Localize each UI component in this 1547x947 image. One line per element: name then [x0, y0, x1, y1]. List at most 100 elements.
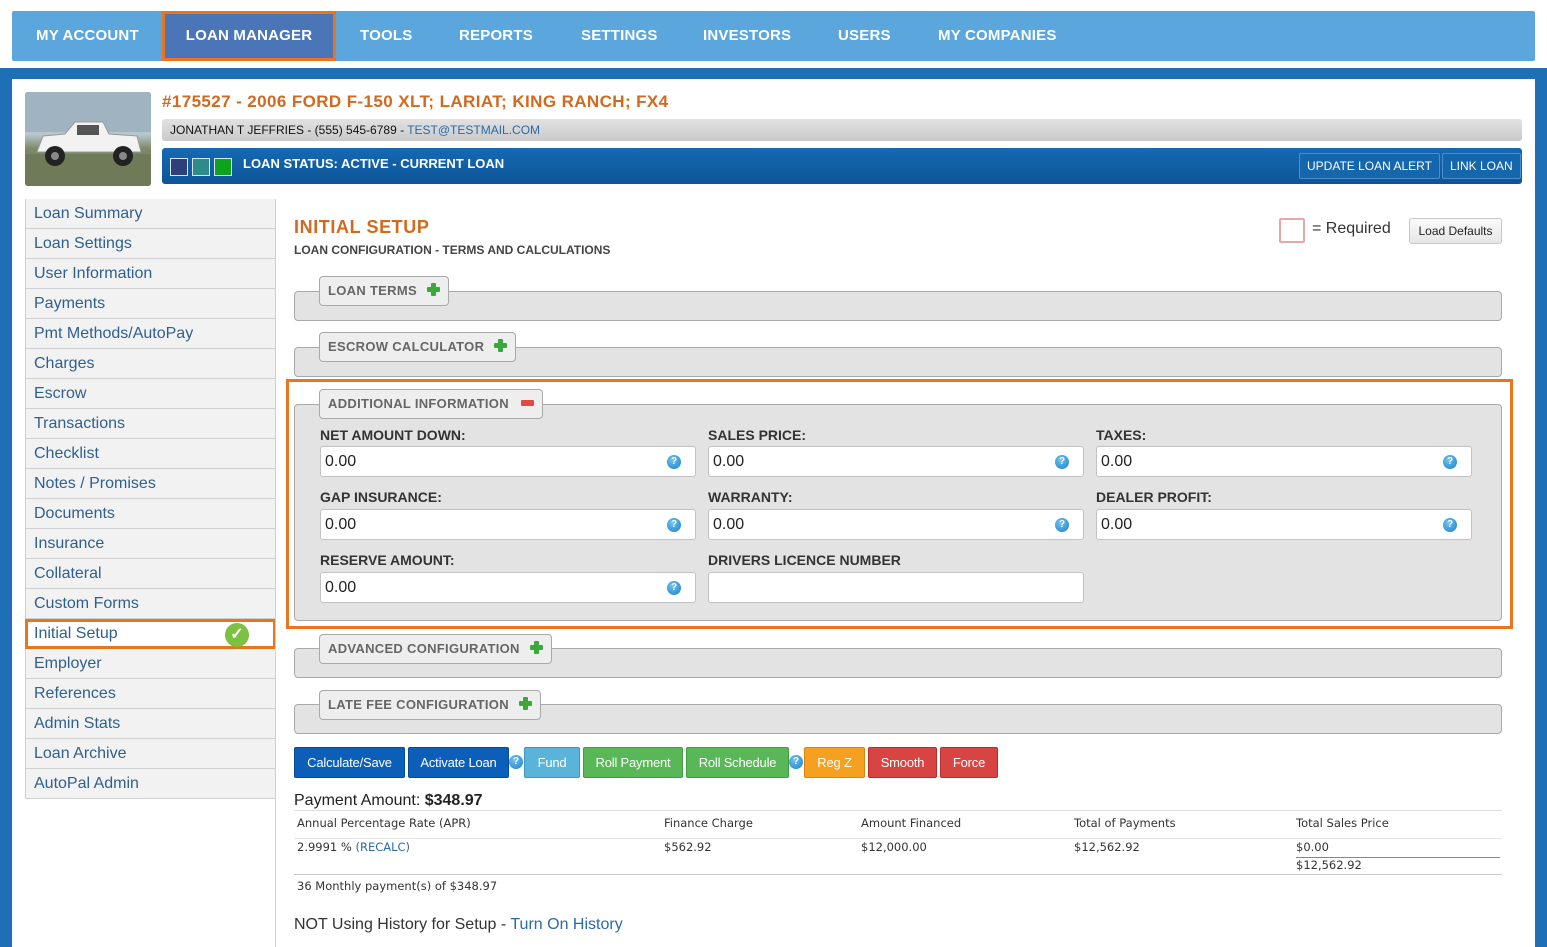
net-amount-down-input[interactable]: 0.00 ? — [320, 446, 696, 477]
help-icon[interactable]: ? — [667, 581, 681, 595]
page-title: INITIAL SETUP — [294, 217, 430, 237]
field-value: 0.00 — [1101, 516, 1133, 533]
dealer-profit-label: DEALER PROFIT: — [1096, 489, 1212, 505]
check-circle-icon: ✓ — [225, 623, 249, 647]
help-icon[interactable]: ? — [1055, 518, 1069, 532]
reserve-amount-label: RESERVE AMOUNT: — [320, 552, 455, 568]
dealer-profit-input[interactable]: 0.00 ? — [1096, 509, 1472, 540]
smooth-button[interactable]: Smooth — [868, 747, 937, 778]
tila-sales-price-value-2: $12,562.92 — [1296, 857, 1500, 872]
nav-my-account[interactable]: MY ACCOUNT — [36, 11, 139, 61]
sidebar-item-loan-archive[interactable]: Loan Archive — [25, 739, 276, 769]
tila-header-row: Annual Percentage Rate (APR) Finance Cha… — [294, 810, 1502, 832]
sidebar-item-notes-promises[interactable]: Notes / Promises — [25, 469, 276, 499]
reg-z-button[interactable]: Reg Z — [804, 747, 865, 778]
status-swatch-teal[interactable] — [192, 158, 210, 176]
help-icon[interactable]: ? — [667, 518, 681, 532]
recalc-link[interactable]: (RECALC) — [355, 840, 410, 854]
tila-values-row: 2.9991 % (RECALC) $562.92 $12,000.00 $12… — [294, 838, 1502, 874]
top-nav: MY ACCOUNT LOAN MANAGER TOOLS REPORTS SE… — [12, 11, 1535, 61]
drivers-licence-input[interactable] — [708, 572, 1084, 603]
field-value: 0.00 — [325, 579, 357, 596]
help-icon[interactable]: ? — [1443, 518, 1457, 532]
nav-settings[interactable]: SETTINGS — [581, 11, 658, 61]
vehicle-photo — [25, 92, 151, 186]
taxes-input[interactable]: 0.00 ? — [1096, 446, 1472, 477]
sidebar-item-autopal-admin[interactable]: AutoPal Admin — [25, 769, 276, 799]
tila-header-finance-charge: Finance Charge — [664, 816, 753, 830]
help-icon[interactable]: ? — [667, 455, 681, 469]
turn-on-history-link[interactable]: Turn On History — [510, 916, 622, 933]
sidebar-item-custom-forms[interactable]: Custom Forms — [25, 589, 276, 619]
tila-sales-price-value-1: $0.00 — [1296, 840, 1329, 854]
sidebar-item-escrow[interactable]: Escrow — [25, 379, 276, 409]
sidebar-item-charges[interactable]: Charges — [25, 349, 276, 379]
sidebar-item-user-information[interactable]: User Information — [25, 259, 276, 289]
activate-loan-button[interactable]: Activate Loan — [408, 747, 509, 778]
plus-icon — [426, 283, 440, 297]
section-label: ADVANCED CONFIGURATION — [328, 641, 520, 656]
load-defaults-button[interactable]: Load Defaults — [1409, 218, 1502, 244]
roll-schedule-button[interactable]: Roll Schedule — [686, 747, 789, 778]
nav-tools[interactable]: TOOLS — [360, 11, 412, 61]
plus-icon — [518, 697, 532, 711]
required-indicator-box — [1279, 218, 1305, 243]
plus-icon — [529, 641, 543, 655]
tila-footer: 36 Monthly payment(s) of $348.97 — [294, 874, 1502, 902]
help-icon[interactable]: ? — [509, 755, 523, 769]
fund-button[interactable]: Fund — [524, 747, 580, 778]
history-status: NOT Using History for Setup - Turn On Hi… — [294, 916, 623, 934]
escrow-calculator-toggle[interactable]: ESCROW CALCULATOR — [319, 332, 517, 362]
late-fee-configuration-toggle[interactable]: LATE FEE CONFIGURATION — [319, 690, 541, 720]
help-icon[interactable]: ? — [1443, 455, 1457, 469]
sidebar-item-payments[interactable]: Payments — [25, 289, 276, 319]
sales-price-input[interactable]: 0.00 ? — [708, 446, 1084, 477]
update-loan-alert-button[interactable]: UPDATE LOAN ALERT — [1299, 153, 1440, 179]
field-value: 0.00 — [713, 453, 745, 470]
nav-users[interactable]: USERS — [838, 11, 891, 61]
nav-my-companies[interactable]: MY COMPANIES — [938, 11, 1057, 61]
sidebar-item-pmt-methods[interactable]: Pmt Methods/AutoPay — [25, 319, 276, 349]
warranty-label: WARRANTY: — [708, 489, 793, 505]
sidebar-item-references[interactable]: References — [25, 679, 276, 709]
nav-investors[interactable]: INVESTORS — [703, 11, 791, 61]
sidebar: Loan Summary Loan Settings User Informat… — [25, 199, 276, 799]
sidebar-item-employer[interactable]: Employer — [25, 649, 276, 679]
gap-insurance-label: GAP INSURANCE: — [320, 489, 442, 505]
field-value: 0.00 — [325, 453, 357, 470]
plus-icon — [494, 339, 508, 353]
additional-information-toggle[interactable]: ADDITIONAL INFORMATION — [319, 389, 543, 419]
contact-email-link[interactable]: TEST@TESTMAIL.COM — [407, 123, 540, 137]
status-swatch-blue[interactable] — [170, 158, 188, 176]
contact-text: JONATHAN T JEFFRIES - (555) 545-6789 - — [170, 123, 408, 137]
sidebar-item-loan-settings[interactable]: Loan Settings — [25, 229, 276, 259]
sidebar-item-initial-setup[interactable]: Initial Setup ✓ — [25, 619, 276, 649]
nav-loan-manager[interactable]: LOAN MANAGER — [162, 11, 336, 61]
sidebar-item-admin-stats[interactable]: Admin Stats — [25, 709, 276, 739]
loan-terms-panel — [294, 291, 1502, 321]
sidebar-item-loan-summary[interactable]: Loan Summary — [25, 199, 276, 229]
sidebar-item-checklist[interactable]: Checklist — [25, 439, 276, 469]
force-button[interactable]: Force — [940, 747, 998, 778]
section-label: LOAN TERMS — [328, 283, 417, 298]
status-swatch-green[interactable] — [214, 158, 232, 176]
gap-insurance-input[interactable]: 0.00 ? — [320, 509, 696, 540]
help-icon[interactable]: ? — [1055, 455, 1069, 469]
roll-payment-button[interactable]: Roll Payment — [583, 747, 683, 778]
link-loan-button[interactable]: LINK LOAN — [1442, 153, 1521, 179]
reserve-amount-input[interactable]: 0.00 ? — [320, 572, 696, 603]
section-label: ESCROW CALCULATOR — [328, 339, 485, 354]
sidebar-item-documents[interactable]: Documents — [25, 499, 276, 529]
nav-reports[interactable]: REPORTS — [459, 11, 533, 61]
loan-terms-toggle[interactable]: LOAN TERMS — [319, 276, 449, 306]
sidebar-item-collateral[interactable]: Collateral — [25, 559, 276, 589]
sidebar-item-insurance[interactable]: Insurance — [25, 529, 276, 559]
help-icon[interactable]: ? — [789, 755, 803, 769]
field-value: 0.00 — [325, 516, 357, 533]
advanced-configuration-toggle[interactable]: ADVANCED CONFIGURATION — [319, 634, 552, 664]
calculate-save-button[interactable]: Calculate/Save — [294, 747, 405, 778]
tila-header-total-sales-price: Total Sales Price — [1296, 816, 1389, 830]
sidebar-item-transactions[interactable]: Transactions — [25, 409, 276, 439]
page-subtitle: LOAN CONFIGURATION - TERMS AND CALCULATI… — [294, 243, 611, 257]
warranty-input[interactable]: 0.00 ? — [708, 509, 1084, 540]
